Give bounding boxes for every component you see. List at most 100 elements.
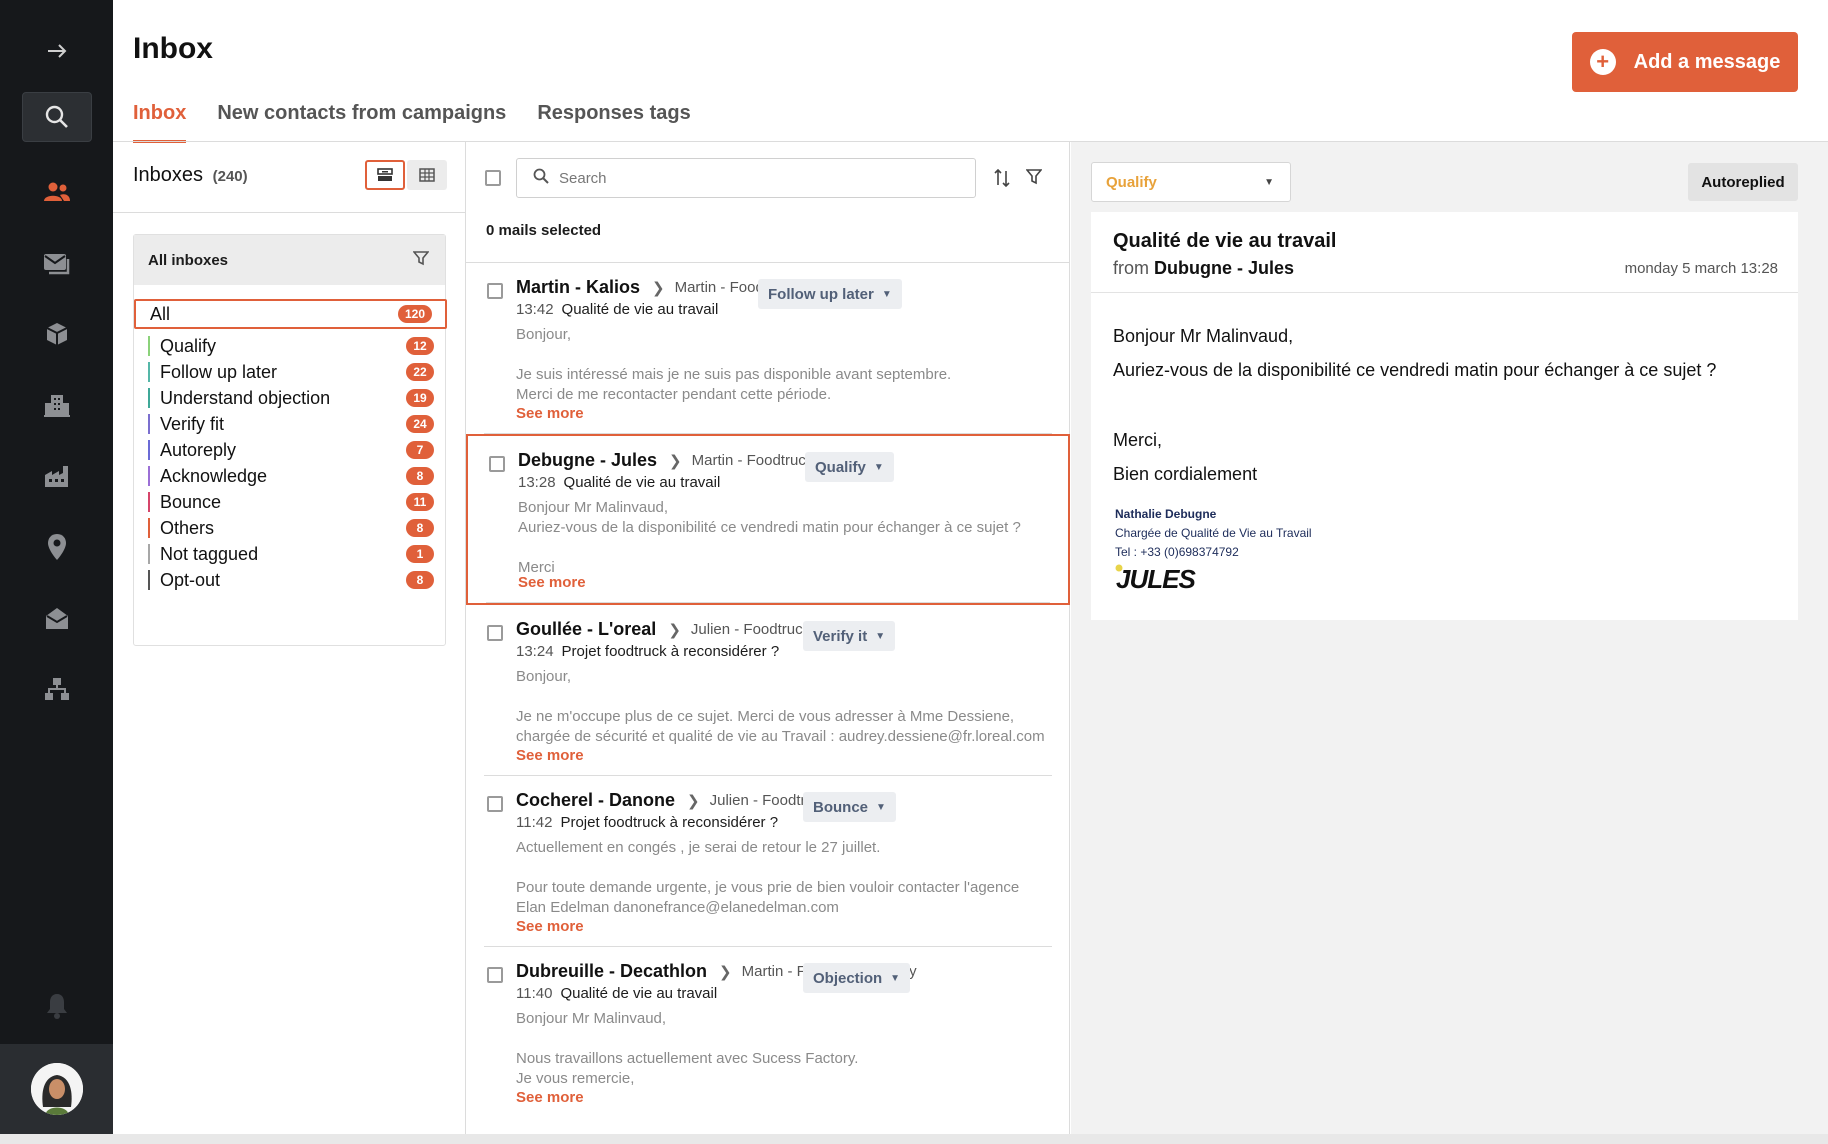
inbox-item[interactable]: Autoreply 7 [134, 437, 447, 463]
selected-count: 0 mails selected [486, 222, 602, 239]
mail-tag-dropdown[interactable]: Verify it ▼ [803, 621, 896, 651]
inbox-item-label-wrap: Acknowledge [148, 466, 267, 487]
inbox-item[interactable]: Qualify 12 [134, 333, 447, 359]
see-more-link[interactable]: See more [516, 405, 584, 422]
inbox-item-label-wrap: Bounce [148, 492, 221, 513]
inbox-color-bar [148, 518, 150, 538]
inbox-item-label-wrap: All [150, 304, 170, 325]
from-prefix: from [1113, 258, 1149, 278]
inbox-item[interactable]: Understand objection 19 [134, 385, 447, 411]
tag-select[interactable]: Qualify ▼ [1091, 162, 1291, 202]
inbox-icon[interactable] [22, 593, 92, 643]
inbox-item-label: Others [160, 517, 215, 538]
search-field[interactable] [516, 158, 976, 198]
inbox-count-badge: 11 [406, 493, 434, 511]
mail-checkbox[interactable] [489, 456, 505, 472]
tab-responses-tags[interactable]: Responses tags [537, 102, 690, 142]
building-icon[interactable] [22, 380, 92, 430]
autoreplied-button[interactable]: Autoreplied [1688, 163, 1798, 201]
inboxes-count: (240) [212, 168, 248, 185]
mail-subject-line: 13:24 Projet foodtruck à reconsidérer ? [516, 643, 779, 660]
mail-preview: Bonjour, Je suis intéressé mais je ne su… [516, 326, 952, 403]
list-view-icon[interactable] [365, 160, 405, 190]
mail-time: 11:40 [516, 985, 553, 1002]
mail-item[interactable]: Martin - Kalios❯Martin - Foodtruck Agenc… [466, 263, 1070, 434]
sort-icon[interactable] [994, 168, 1010, 193]
inbox-count-badge: 120 [397, 305, 432, 323]
inbox-item[interactable]: Opt-out 8 [134, 567, 447, 593]
inbox-item[interactable]: Bounce 11 [134, 489, 447, 515]
filter-icon[interactable] [1025, 168, 1043, 191]
mail-checkbox[interactable] [487, 796, 503, 812]
box-icon[interactable] [22, 309, 92, 359]
filter-icon[interactable] [412, 250, 430, 270]
contacts-icon[interactable] [22, 167, 92, 217]
inbox-item-label: All [150, 303, 171, 324]
inbox-item[interactable]: Acknowledge 8 [134, 463, 447, 489]
mail-tag-dropdown[interactable]: Qualify ▼ [805, 452, 894, 482]
inbox-item[interactable]: All 120 [134, 299, 447, 329]
inbox-item[interactable]: Others 8 [134, 515, 447, 541]
inbox-color-bar [148, 440, 150, 460]
expand-arrow-icon[interactable] [22, 26, 92, 76]
mail-tag-dropdown[interactable]: Follow up later ▼ [758, 279, 902, 309]
inbox-count-badge: 8 [406, 571, 434, 589]
inbox-item[interactable]: Not taggued 1 [134, 541, 447, 567]
avatar-area [0, 1044, 113, 1134]
mail-sender: Dubreuille - Decathlon [516, 961, 708, 981]
org-chart-icon[interactable] [22, 664, 92, 714]
inbox-color-bar [148, 492, 150, 512]
mail-item[interactable]: Cocherel - Danone ❯ Julien - Foodtruck Age… [466, 776, 1070, 947]
mail-item[interactable]: Dubreuille - Decathlon❯Martin - Foodtruc… [466, 947, 1070, 1118]
mail-subject: Qualité de vie au travail [561, 301, 719, 318]
inboxes-panel: Inboxes (240) All inboxes All 120 Qualify 1… [113, 142, 466, 1134]
inbox-count-badge: 7 [406, 441, 434, 459]
inbox-item-label: Follow up later [160, 361, 278, 382]
see-more-link[interactable]: See more [518, 574, 586, 591]
plus-icon: + [1589, 49, 1616, 75]
mail-item[interactable]: Goullée - L'oreal ❯ Julien - Foodtruck Age… [466, 605, 1070, 776]
svg-text:JULES: JULES [1116, 564, 1196, 592]
see-more-link[interactable]: See more [516, 1089, 584, 1106]
mail-tag-label: Bounce [813, 798, 869, 816]
mail-list-panel: 0 mails selected Martin - Kalios❯Martin … [466, 142, 1070, 1134]
inbox-item-label: Verify fit [160, 413, 225, 434]
tab-inbox[interactable]: Inbox [133, 102, 187, 143]
mail-preview: Bonjour Mr Malinvaud, Nous travaillons a… [516, 1010, 859, 1087]
inbox-item[interactable]: Verify fit 24 [134, 411, 447, 437]
inbox-filter-card: All inboxes All 120 Qualify 12 Follow up lat… [133, 234, 447, 646]
bell-icon[interactable] [22, 981, 92, 1031]
signature-phone: Tel : +33 (0)698374792 [1115, 545, 1239, 559]
mail-checkbox[interactable] [487, 283, 503, 299]
reading-pane: Qualify ▼ Autoreplied Qualité de vie au … [1071, 142, 1828, 1134]
mail-tag-dropdown[interactable]: Bounce ▼ [803, 792, 896, 822]
caret-down-icon: ▼ [881, 288, 892, 300]
select-all-checkbox[interactable] [485, 170, 501, 186]
mail-subject: Qualité de vie au travail [560, 985, 718, 1002]
message-card: Qualité de vie au travail from Dubugne -… [1091, 212, 1798, 620]
search-icon[interactable] [22, 92, 92, 142]
see-more-link[interactable]: See more [516, 747, 584, 764]
mail-preview: Actuellement en congés , je serai de ret… [516, 839, 1020, 916]
see-more-link[interactable]: See more [516, 918, 584, 935]
tab-new-contacts[interactable]: New contacts from campaigns [217, 102, 506, 142]
mail-checkbox[interactable] [487, 625, 503, 641]
mail-tag-dropdown[interactable]: Objection ▼ [803, 963, 911, 993]
all-inboxes-title: All inboxes [148, 251, 229, 269]
mail-time: 11:42 [516, 814, 553, 831]
chevron-right-icon: ❯ [687, 792, 700, 810]
inbox-item-label-wrap: Autoreply [148, 440, 236, 461]
table-view-icon[interactable] [407, 160, 447, 190]
add-message-button[interactable]: + Add a message [1572, 32, 1798, 92]
inboxes-divider [113, 212, 465, 213]
mail-icon[interactable] [22, 238, 92, 288]
mail-tag-label: Objection [813, 969, 883, 987]
mail-item[interactable]: Debugne - Jules ❯ Martin - Foodtruck Agenc… [466, 434, 1070, 605]
search-input[interactable] [559, 169, 939, 187]
map-pin-icon[interactable] [22, 522, 92, 572]
inbox-item[interactable]: Follow up later 22 [134, 359, 447, 385]
factory-icon[interactable] [22, 451, 92, 501]
inbox-item-label: Acknowledge [160, 465, 268, 486]
mail-checkbox[interactable] [487, 967, 503, 983]
user-avatar[interactable] [30, 1063, 83, 1115]
